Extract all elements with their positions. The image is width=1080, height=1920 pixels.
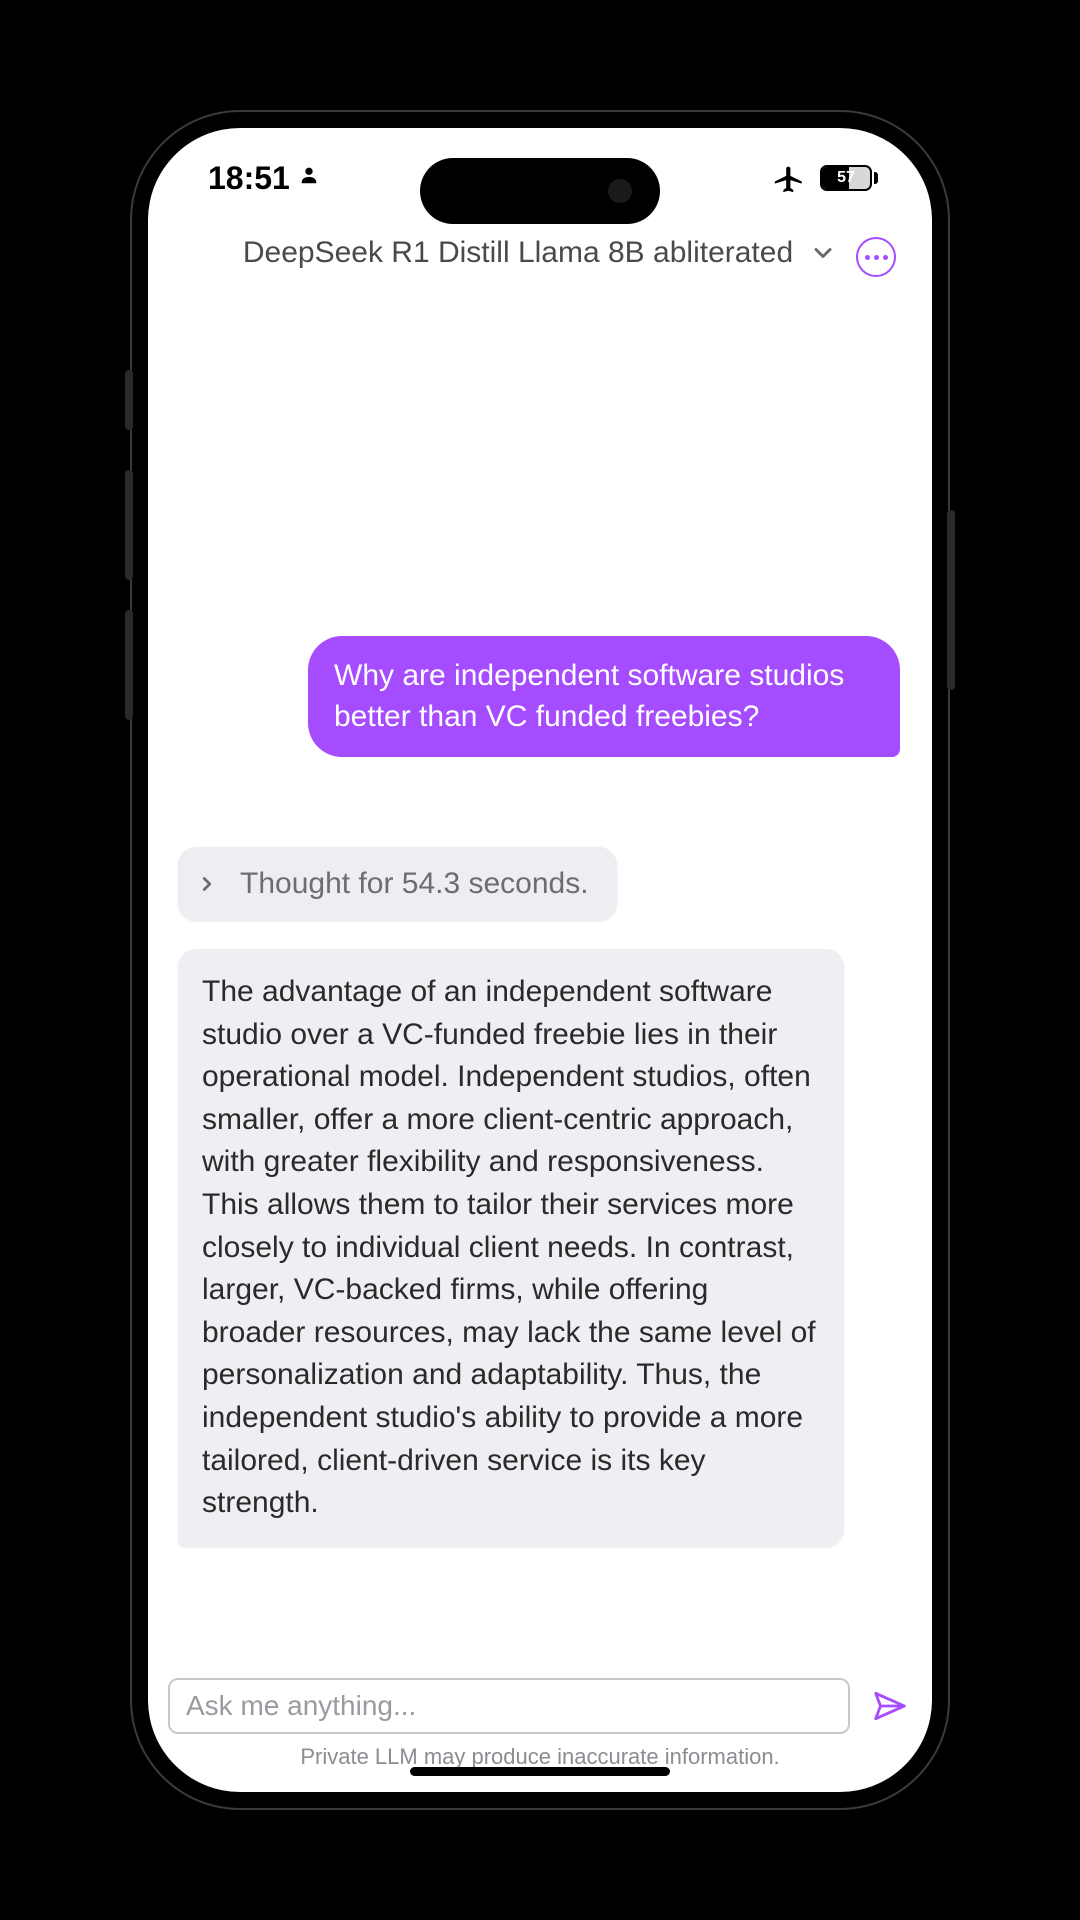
phone-frame: 18:51 57 DeepS [130,110,950,1810]
thought-label: Thought for 54.3 seconds. [240,867,589,901]
send-button[interactable] [868,1684,912,1728]
user-message-bubble: Why are independent software studios bet… [308,636,900,757]
airplane-mode-icon [772,161,806,195]
send-icon [871,1687,909,1725]
phone-side-button [125,610,133,720]
phone-side-button [125,370,133,430]
phone-side-button [125,470,133,580]
assistant-message-text: The advantage of an independent software… [202,975,816,1519]
chat-area[interactable]: Why are independent software studios bet… [148,286,932,1660]
phone-side-button [947,510,955,690]
chevron-right-icon [196,873,218,895]
user-message-text: Why are independent software studios bet… [334,659,844,733]
assistant-message-bubble: The advantage of an independent software… [178,949,844,1547]
app-header: DeepSeek R1 Distill Llama 8B abliterated [148,228,932,286]
thought-toggle[interactable]: Thought for 54.3 seconds. [178,847,617,921]
status-time: 18:51 [208,160,290,197]
model-selector[interactable]: DeepSeek R1 Distill Llama 8B abliterated [243,236,837,270]
chevron-down-icon [809,239,837,267]
more-options-button[interactable] [856,237,896,277]
dynamic-island [420,158,660,224]
model-name: DeepSeek R1 Distill Llama 8B abliterated [243,236,793,270]
message-input[interactable]: Ask me anything... [168,1678,850,1734]
battery-percent: 57 [822,167,870,189]
home-indicator[interactable] [410,1767,670,1776]
focus-icon [298,164,320,193]
screen: 18:51 57 DeepS [148,128,932,1792]
battery-indicator: 57 [820,165,878,191]
ellipsis-icon [865,255,888,260]
